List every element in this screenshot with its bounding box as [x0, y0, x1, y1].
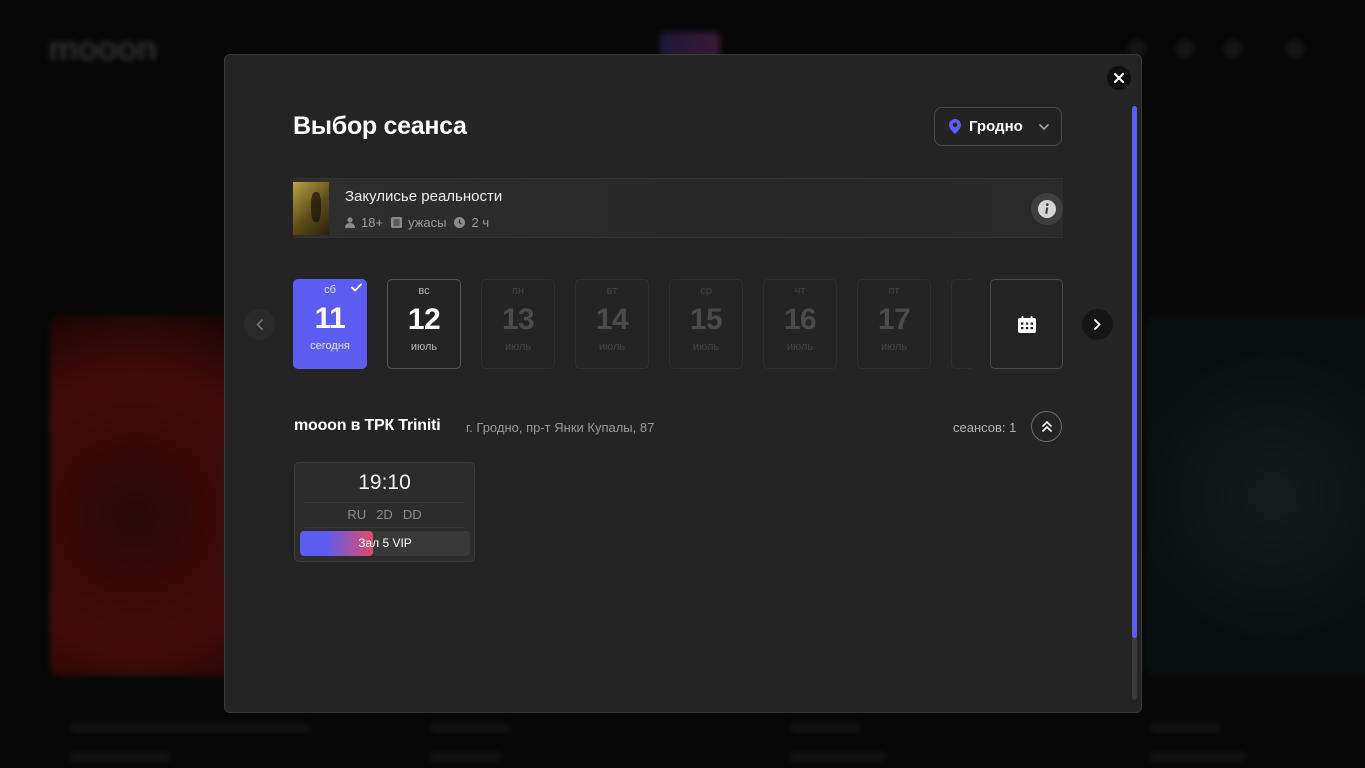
- date-item-16: чт 16 июль: [763, 279, 837, 369]
- date-day: 15: [689, 303, 723, 336]
- movie-age-label: 18+: [361, 215, 384, 230]
- date-day: 17: [877, 303, 911, 336]
- date-day: 11: [314, 302, 346, 335]
- date-weekday: ср: [700, 285, 712, 297]
- date-day: 12: [407, 303, 441, 336]
- movie-info-row: Закулисье реальности 18+ ужасы 2 ч: [293, 178, 1063, 238]
- chevron-down-icon: [1039, 123, 1049, 130]
- chevron-left-icon: [256, 319, 263, 330]
- dates-next-button[interactable]: [1082, 309, 1113, 340]
- date-item-13: пн 13 июль: [481, 279, 555, 369]
- calendar-icon: [1017, 315, 1036, 333]
- date-sub: июль: [786, 341, 814, 353]
- city-select-label: Гродно: [969, 118, 1023, 135]
- check-icon: [351, 283, 362, 292]
- movie-age: 18+: [345, 215, 383, 230]
- session-sound: DD: [402, 507, 422, 522]
- date-weekday: пт: [888, 285, 900, 297]
- dates-prev-button[interactable]: [244, 309, 275, 340]
- session-language: RU: [347, 507, 367, 522]
- movie-meta: 18+ ужасы 2 ч: [345, 215, 489, 230]
- film-icon: [391, 217, 403, 228]
- date-item-12[interactable]: вс 12 июль: [387, 279, 461, 369]
- date-day: 14: [595, 303, 629, 336]
- chevron-right-icon: [1094, 319, 1101, 330]
- close-button[interactable]: [1107, 66, 1131, 90]
- map-pin-icon: [949, 119, 961, 134]
- movie-title: Закулисье реальности: [345, 188, 503, 205]
- session-picker-modal: [224, 54, 1142, 713]
- session-card[interactable]: 19:10 RU 2D DD Зал 5 VIP: [294, 462, 475, 562]
- date-sub: сегодня: [310, 340, 350, 352]
- date-weekday: вт: [606, 285, 618, 297]
- user-icon: [345, 217, 355, 228]
- date-sub: июль: [504, 341, 532, 353]
- scrollbar-thumb[interactable]: [1132, 106, 1137, 638]
- date-sub: июль: [410, 341, 438, 353]
- date-item-17: пт 17 июль: [857, 279, 931, 369]
- date-item-15: ср 15 июль: [669, 279, 743, 369]
- date-item-partial: [951, 279, 975, 369]
- movie-genre-label: ужасы: [408, 215, 447, 230]
- modal-scrollbar[interactable]: [1132, 106, 1137, 700]
- clock-icon: [454, 217, 466, 228]
- session-tags: RU 2D DD: [295, 507, 474, 522]
- movie-duration-label: 2 ч: [471, 215, 490, 230]
- session-time: 19:10: [358, 471, 411, 494]
- date-sub: июль: [880, 341, 908, 353]
- movie-duration: 2 ч: [454, 215, 489, 230]
- info-icon: [1038, 200, 1056, 218]
- date-item-14: вт 14 июль: [575, 279, 649, 369]
- session-count: сеансов: 1: [953, 420, 1017, 435]
- divider: [305, 527, 464, 528]
- date-day: 16: [783, 303, 817, 336]
- calendar-button[interactable]: [990, 279, 1063, 369]
- movie-poster: [293, 182, 329, 235]
- date-day: 13: [501, 303, 535, 336]
- modal-title: Выбор сеанса: [293, 112, 467, 140]
- movie-info-button[interactable]: [1031, 193, 1063, 225]
- close-icon: [1114, 73, 1124, 83]
- divider: [305, 502, 464, 503]
- cinema-address: г. Гродно, пр-т Янки Купалы, 87: [466, 420, 655, 435]
- hall-name: Зал 5 VIP: [358, 536, 412, 550]
- date-sub: июль: [598, 341, 626, 353]
- date-weekday: вс: [418, 285, 430, 297]
- double-chevron-up-icon: [1041, 421, 1052, 432]
- cinema-name: mooon в ТРК Triniti: [294, 417, 441, 434]
- date-sub: июль: [692, 341, 720, 353]
- collapse-cinema-button[interactable]: [1031, 411, 1062, 442]
- date-weekday: чт: [794, 285, 806, 297]
- date-item-11[interactable]: сб 11 сегодня: [293, 279, 367, 369]
- date-weekday: пн: [511, 285, 525, 297]
- hall-occupancy-bar: Зал 5 VIP: [300, 531, 470, 556]
- movie-genre: ужасы: [391, 215, 446, 230]
- city-select[interactable]: Гродно: [934, 107, 1062, 146]
- session-format: 2D: [376, 507, 393, 522]
